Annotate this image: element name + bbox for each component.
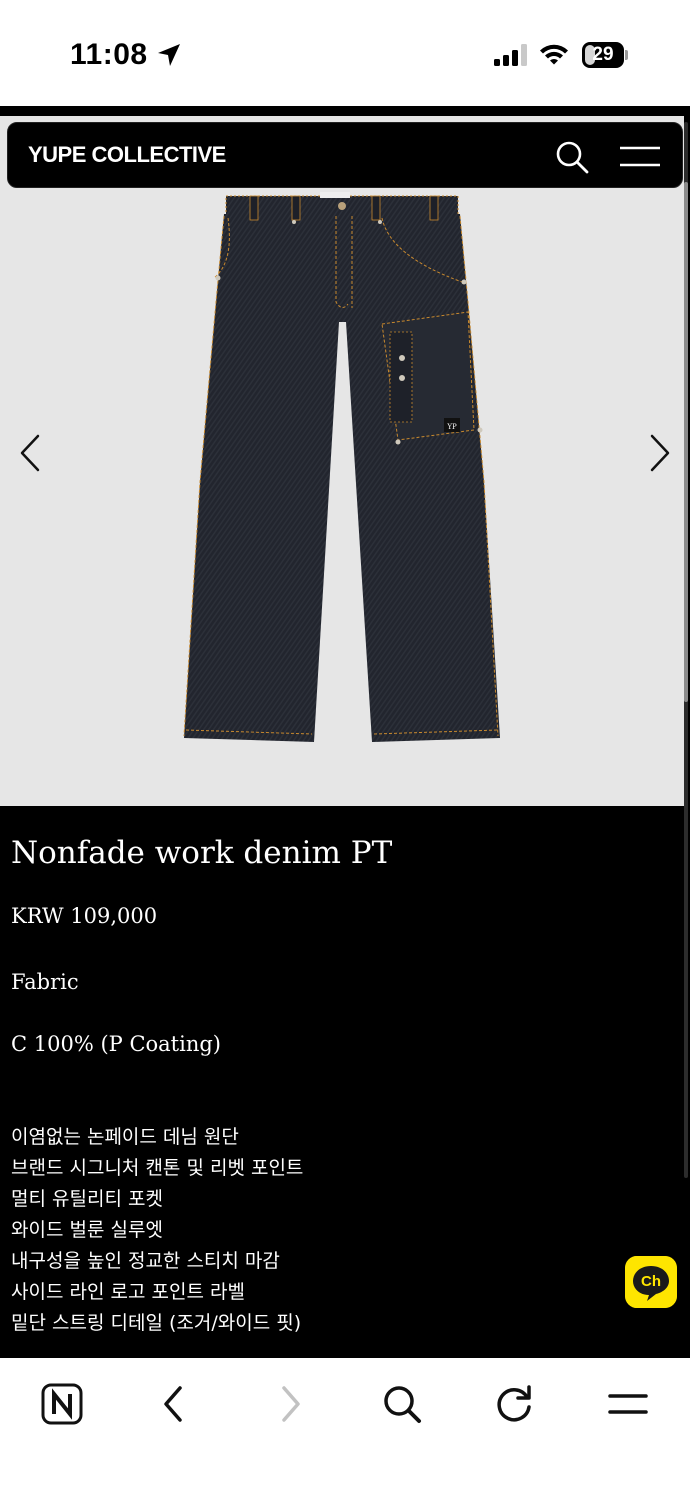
product-title: Nonfade work denim PT (11, 835, 393, 871)
page-scrollbar[interactable] (684, 122, 688, 1178)
menu-icon[interactable] (604, 1380, 652, 1428)
feature-item: 내구성을 높인 정교한 스티치 마감 (11, 1250, 280, 1272)
chevron-right-icon[interactable] (640, 428, 680, 478)
web-page: YP YUPE COLLECTIVE Nonfade work denim PT… (0, 106, 690, 1358)
browser-toolbar (0, 1358, 690, 1500)
naver-home-icon[interactable] (38, 1380, 86, 1428)
reload-icon[interactable] (490, 1380, 538, 1428)
kakao-channel-label: Ch (641, 1273, 661, 1290)
cellular-signal-icon (494, 44, 527, 66)
battery-cap (625, 50, 628, 60)
search-icon[interactable] (378, 1380, 426, 1428)
feature-item: 이염없는 논페이드 데님 원단 (11, 1126, 239, 1148)
product-price: KRW 109,000 (11, 904, 158, 928)
back-icon[interactable] (150, 1380, 198, 1428)
hamburger-menu-icon[interactable] (618, 145, 662, 169)
site-header: YUPE COLLECTIVE (7, 122, 683, 188)
feature-item: 사이드 라인 로고 포인트 라벨 (11, 1281, 245, 1303)
forward-icon (282, 1386, 300, 1422)
kakao-channel-button[interactable]: Ch (625, 1256, 677, 1308)
chevron-left-icon[interactable] (12, 428, 52, 478)
fabric-value: C 100% (P Coating) (11, 1032, 221, 1056)
product-image-gallery[interactable]: YP (0, 116, 684, 806)
feature-item: 브랜드 시그니처 캔톤 및 리벳 포인트 (11, 1157, 304, 1179)
status-time: 11:08 (70, 38, 148, 71)
fabric-label: Fabric (11, 970, 79, 994)
battery-level: 29 (592, 44, 614, 65)
product-image: YP (183, 192, 500, 742)
wifi-icon (540, 44, 568, 65)
feature-item: 밑단 스트링 디테일 (조거/와이드 핏) (11, 1312, 302, 1334)
scrollbar-thumb[interactable] (684, 182, 688, 702)
brand-logo[interactable]: YUPE COLLECTIVE (28, 142, 226, 168)
battery-icon: 29 (582, 42, 628, 68)
status-bar: 11:08 29 (0, 0, 690, 106)
pocket-logo-label: YP (446, 423, 457, 431)
search-icon[interactable] (554, 139, 590, 175)
feature-item: 멀티 유틸리티 포켓 (11, 1188, 163, 1210)
location-arrow-icon (158, 44, 180, 66)
feature-item: 와이드 벌룬 실루엣 (11, 1219, 163, 1241)
feature-list: 이염없는 논페이드 데님 원단 브랜드 시그니처 캔톤 및 리벳 포인트 멀티 … (11, 1122, 303, 1339)
